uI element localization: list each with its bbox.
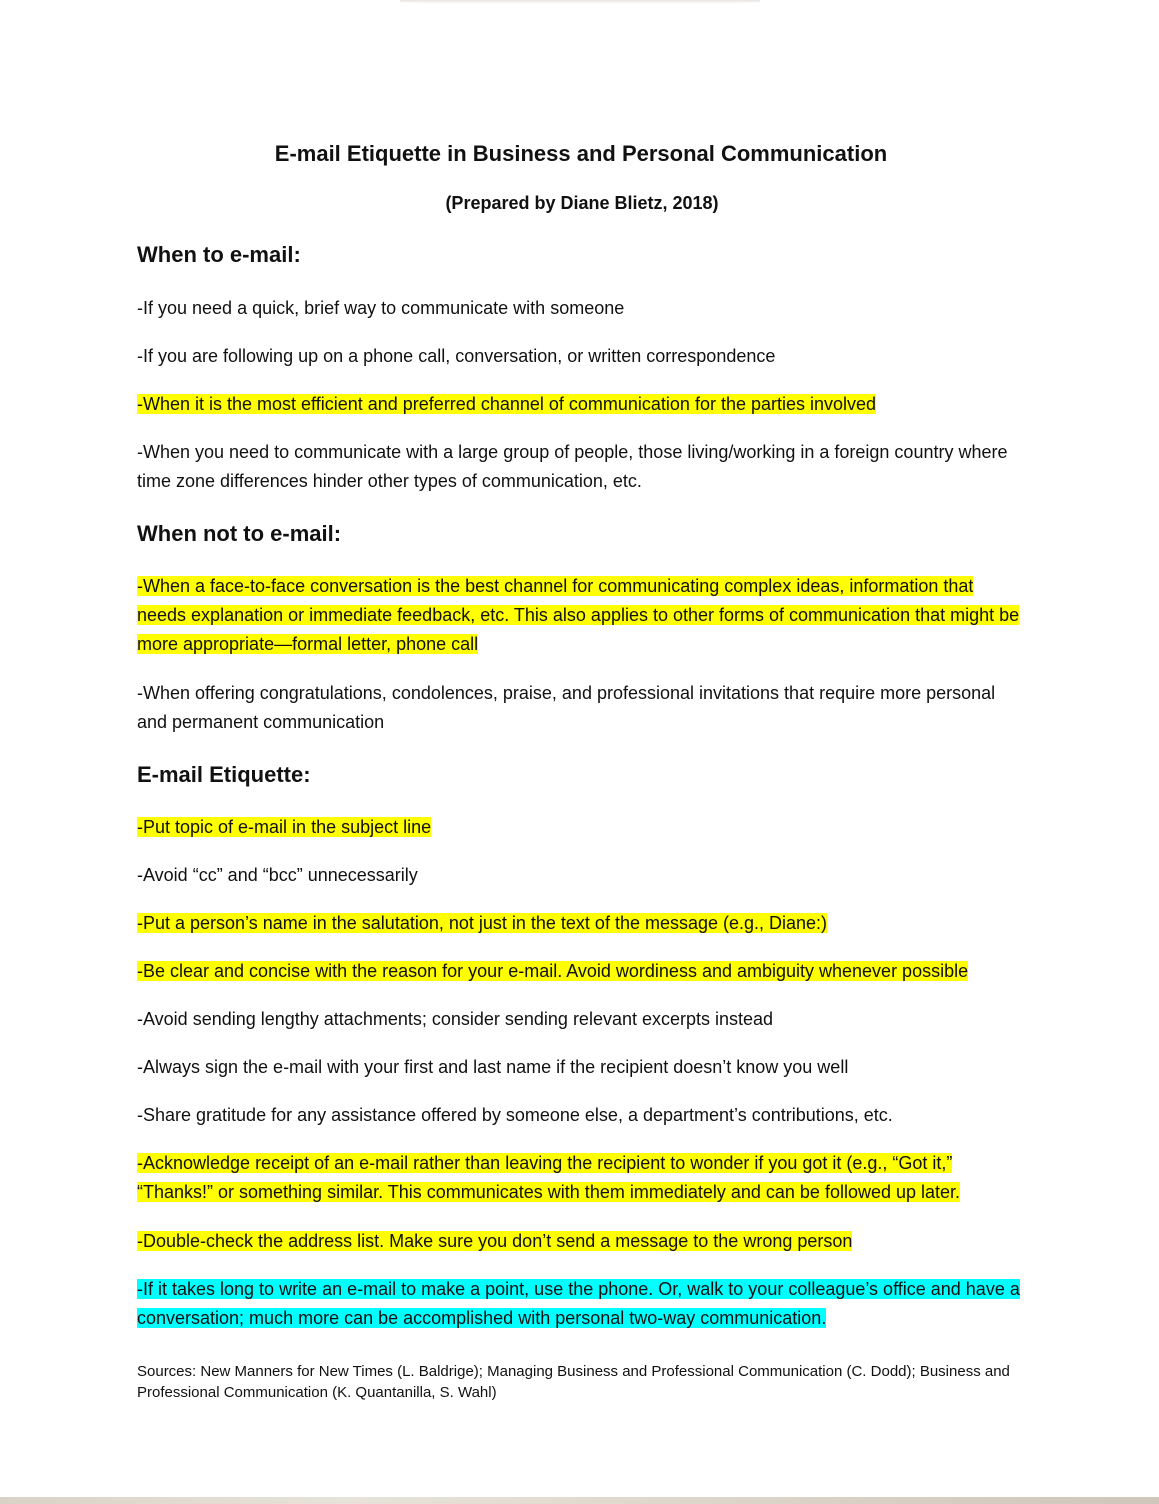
list-item-text: -Avoid “cc” and “bcc” unnecessarily	[137, 865, 418, 885]
highlighted-text-cyan: -If it takes long to write an e-mail to …	[137, 1279, 1020, 1328]
list-item-text: -When you need to communicate with a lar…	[137, 442, 1008, 491]
list-item: -If it takes long to write an e-mail to …	[137, 1275, 1027, 1333]
highlighted-text: -Acknowledge receipt of an e-mail rather…	[137, 1153, 961, 1202]
highlighted-text: -When a face-to-face conversation is the…	[137, 576, 1020, 654]
highlighted-text: -Put a person’s name in the salutation, …	[137, 913, 828, 933]
list-item-text: -Share gratitude for any assistance offe…	[137, 1105, 893, 1125]
list-item: -Avoid sending lengthy attachments; cons…	[137, 1005, 1027, 1034]
list-item-text: -If you are following up on a phone call…	[137, 346, 776, 366]
list-item-text: -Avoid sending lengthy attachments; cons…	[137, 1009, 774, 1029]
document-subtitle: (Prepared by Diane Blietz, 2018)	[445, 193, 719, 213]
section-heading-email-etiquette: E-mail Etiquette:	[137, 762, 311, 787]
list-item: -When it is the most efficient and prefe…	[137, 390, 1027, 419]
list-item-text: -When offering congratulations, condolen…	[137, 683, 996, 732]
list-item: -Avoid “cc” and “bcc” unnecessarily	[137, 861, 1027, 890]
section-heading-when-to-email: When to e-mail:	[137, 242, 301, 267]
sources-note: Sources: New Manners for New Times (L. B…	[137, 1363, 1010, 1401]
list-item-text: -If you need a quick, brief way to commu…	[137, 298, 625, 318]
list-item: -If you need a quick, brief way to commu…	[137, 294, 1027, 323]
section-heading-when-not-to-email: When not to e-mail:	[137, 521, 342, 546]
highlighted-text: -Double-check the address list. Make sur…	[137, 1231, 853, 1251]
page-bottom-edge	[0, 1497, 1159, 1504]
document-page: E-mail Etiquette in Business and Persona…	[0, 0, 1159, 1504]
list-item: -Share gratitude for any assistance offe…	[137, 1101, 1027, 1130]
list-item: -Always sign the e-mail with your first …	[137, 1053, 1027, 1082]
list-item: -Put topic of e-mail in the subject line	[137, 813, 1027, 842]
list-item: -If you are following up on a phone call…	[137, 342, 1027, 371]
list-item: -Put a person’s name in the salutation, …	[137, 909, 1027, 938]
list-item: -Be clear and concise with the reason fo…	[137, 957, 1027, 986]
list-item: -When you need to communicate with a lar…	[137, 438, 1027, 496]
highlighted-text: -Put topic of e-mail in the subject line	[137, 817, 432, 837]
list-item: -When offering congratulations, condolen…	[137, 679, 1027, 737]
highlighted-text: -Be clear and concise with the reason fo…	[137, 961, 969, 981]
list-item: -When a face-to-face conversation is the…	[137, 572, 1027, 659]
list-item-text: -Always sign the e-mail with your first …	[137, 1057, 849, 1077]
list-item: -Acknowledge receipt of an e-mail rather…	[137, 1149, 1027, 1207]
list-item: -Double-check the address list. Make sur…	[137, 1227, 1027, 1256]
page-top-shadow	[400, 0, 760, 4]
document-content: E-mail Etiquette in Business and Persona…	[137, 140, 1027, 1418]
highlighted-text: -When it is the most efficient and prefe…	[137, 394, 877, 414]
document-title: E-mail Etiquette in Business and Persona…	[274, 141, 888, 166]
